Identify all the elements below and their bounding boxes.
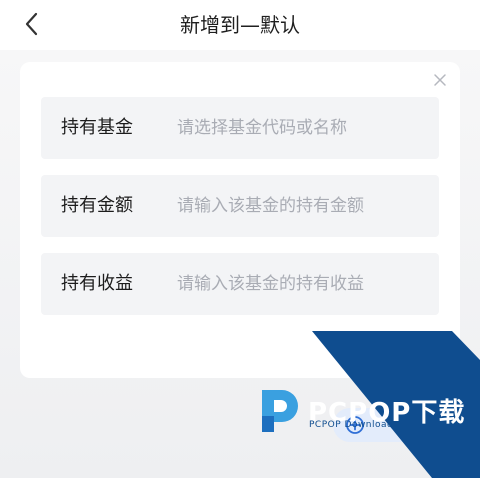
page-title: 新增到—默认	[180, 13, 300, 37]
plus-circle-icon	[346, 416, 364, 434]
add-button[interactable]	[333, 408, 429, 442]
add-fund-dialog: 持有基金 持有金额 持有收益	[20, 62, 460, 378]
fund-input[interactable]	[177, 110, 427, 146]
close-icon[interactable]	[432, 72, 448, 88]
profit-field[interactable]: 持有收益	[41, 253, 439, 315]
fund-field-label: 持有基金	[61, 117, 133, 138]
amount-field-label: 持有金额	[61, 195, 133, 216]
navigation-bar: 新增到—默认	[0, 0, 480, 50]
amount-input[interactable]	[177, 188, 427, 224]
amount-field[interactable]: 持有金额	[41, 175, 439, 237]
fund-field[interactable]: 持有基金	[41, 97, 439, 159]
profit-input[interactable]	[177, 266, 427, 302]
profit-field-label: 持有收益	[61, 273, 133, 294]
